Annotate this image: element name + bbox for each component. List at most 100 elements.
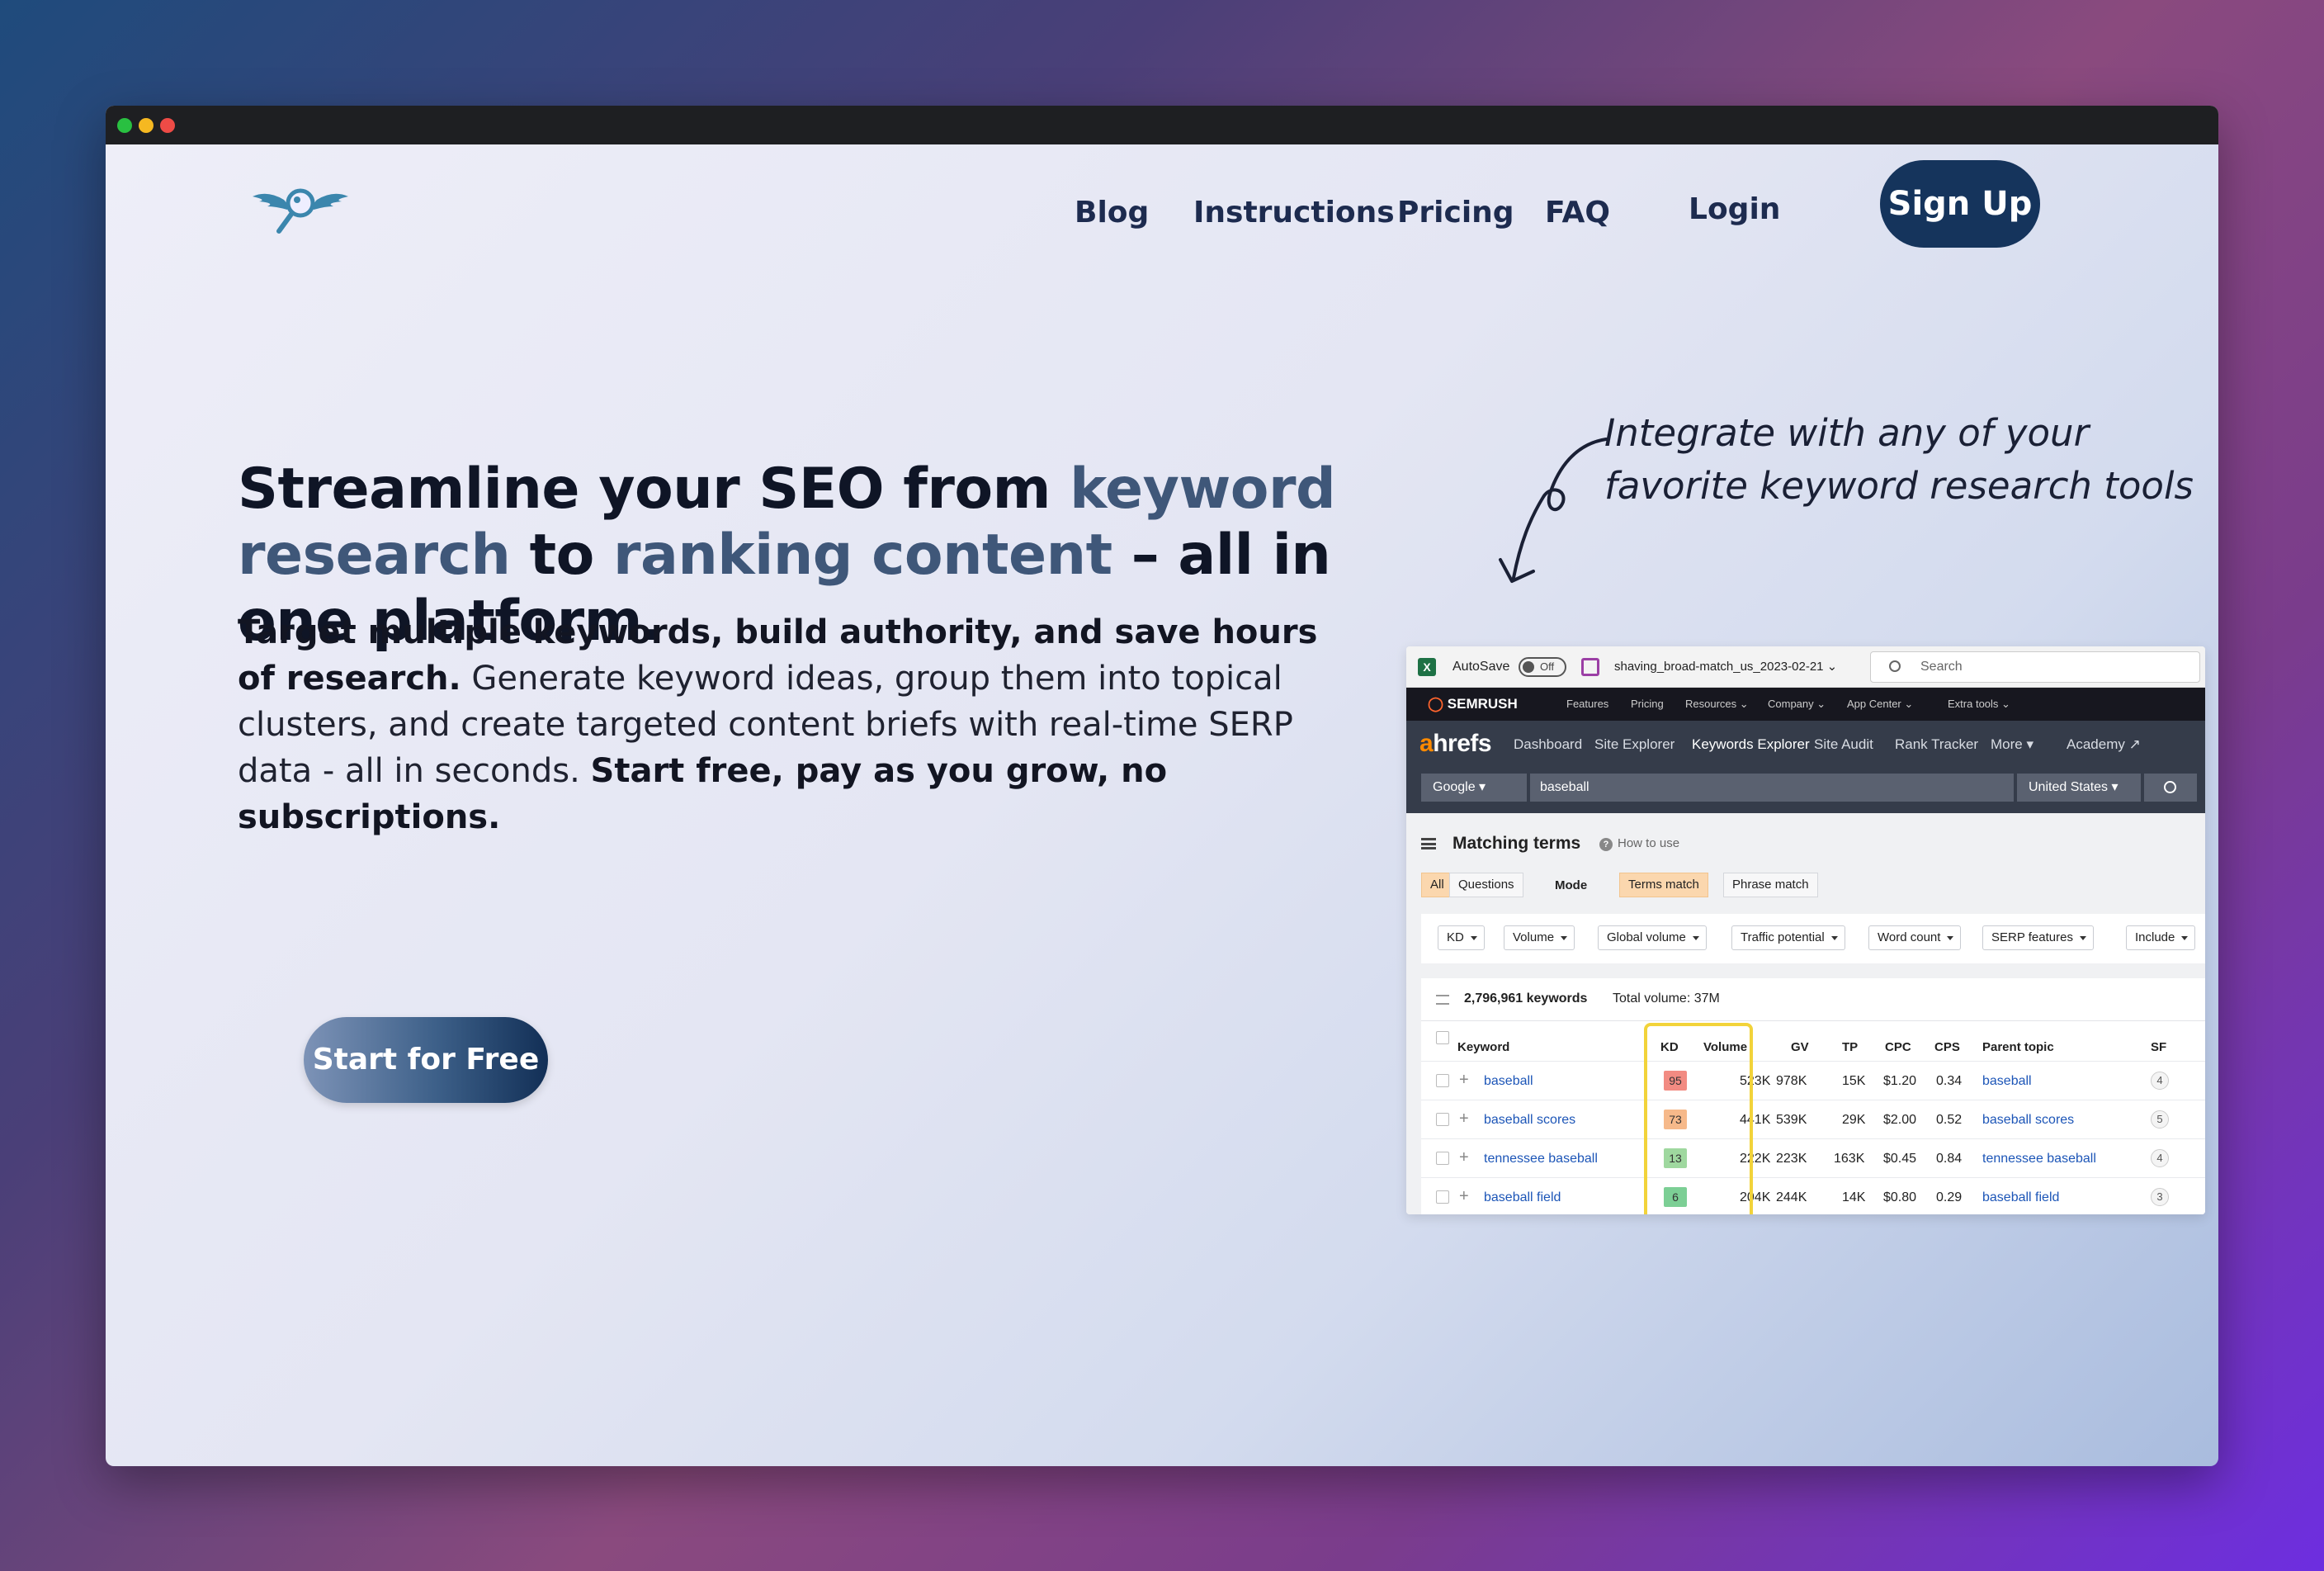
ahrefs-logo-a: a (1419, 730, 1434, 757)
parent-topic-link: baseball field (1982, 1190, 2060, 1204)
add-icon: + (1459, 1110, 1469, 1128)
parent-topic-link: baseball scores (1982, 1113, 2075, 1127)
total-volume: Total volume: 37M (1613, 991, 1720, 1006)
filter-include: Include (2126, 925, 2196, 950)
parent-topic-link: baseball (1982, 1074, 2032, 1088)
autosave-toggle: Off (1519, 657, 1566, 677)
ahrefs-nav-item-active: Keywords Explorer (1692, 736, 1810, 752)
cps-value: 0.84 (1936, 1152, 1963, 1166)
table-summary: 2,796,961 keywords Total volume: 37M (1421, 978, 2205, 1021)
ahrefs-nav-item: More ▾ (1991, 736, 2034, 752)
filter-kd: KD (1438, 925, 1485, 950)
callout-line-2: favorite keyword research tools (1604, 464, 2194, 508)
semrush-nav-item: Pricing (1631, 698, 1664, 710)
sf-badge: 3 (2151, 1188, 2169, 1206)
ahrefs-nav-item: Academy ↗ (2067, 736, 2141, 752)
browser-window: Blog Instructions Pricing FAQ Login Sign… (106, 106, 2218, 1466)
window-minimize-dot[interactable] (139, 118, 154, 133)
sf-badge: 5 (2151, 1110, 2169, 1129)
cpc-value: $0.80 (1883, 1190, 1917, 1204)
cps-value: 0.29 (1936, 1190, 1963, 1204)
owl-magnifier-logo[interactable] (251, 182, 350, 239)
table-row: + baseball scores 73 441K 539K 29K $2.00 0.52 ba… (1421, 1100, 2205, 1138)
col-cpc: CPC (1885, 1040, 1911, 1054)
sf-badge: 4 (2151, 1149, 2169, 1167)
filter-serp-features: SERP features (1982, 925, 2094, 950)
excel-search-box: Search (1870, 651, 2200, 683)
col-parent-topic: Parent topic (1982, 1040, 2054, 1054)
parent-topic-link: tennessee baseball (1982, 1152, 2096, 1166)
table-row: + tennessee baseball 13 222K 223K 163K $0.45 0.… (1421, 1138, 2205, 1177)
row-checkbox (1436, 1152, 1449, 1165)
excel-search-placeholder: Search (1920, 660, 1963, 674)
gv-value: 223K (1776, 1152, 1807, 1166)
nav-instructions-link[interactable]: Instructions (1193, 192, 1395, 234)
callout-line-1: Integrate with any of your (1604, 411, 2090, 455)
window-maximize-dot[interactable] (160, 118, 175, 133)
how-to-use-label: How to use (1618, 836, 1680, 850)
curved-arrow-icon (1499, 438, 1608, 583)
mode-terms-match: Terms match (1619, 873, 1708, 897)
nav-login-link[interactable]: Login (1689, 189, 1780, 230)
gv-value: 244K (1776, 1190, 1807, 1204)
search-engine-select: Google ▾ (1421, 774, 1527, 802)
tp-value: 15K (1842, 1074, 1866, 1088)
sign-up-button[interactable]: Sign Up (1880, 160, 2040, 248)
cpc-value: $0.45 (1883, 1152, 1917, 1166)
semrush-nav-item: Extra tools ⌄ (1948, 698, 2010, 710)
keyword-query-field: baseball (1530, 774, 2014, 802)
add-icon: + (1459, 1187, 1469, 1205)
row-checkbox (1436, 1113, 1449, 1126)
col-keyword: Keyword (1457, 1040, 1510, 1054)
col-gv: GV (1791, 1040, 1809, 1054)
start-for-free-button[interactable]: Start for Free (304, 1017, 548, 1103)
tp-value: 163K (1834, 1152, 1865, 1166)
autosave-label: AutoSave (1452, 660, 1510, 674)
keyword-link: baseball (1484, 1074, 1533, 1088)
cpc-value: $1.20 (1883, 1074, 1917, 1088)
matching-terms-panel: Matching terms ? How to use All Questions… (1406, 813, 2205, 1214)
integration-callout: Integrate with any of your favorite keyw… (1604, 407, 2199, 513)
add-icon: + (1459, 1071, 1469, 1089)
country-select: United States ▾ (2017, 774, 2141, 802)
nav-faq-link[interactable]: FAQ (1545, 192, 1610, 234)
help-icon: ? (1599, 838, 1613, 851)
tab-all: All (1421, 873, 1453, 897)
col-tp: TP (1842, 1040, 1859, 1054)
nav-blog-link[interactable]: Blog (1075, 192, 1149, 234)
headline-highlight: ranking content (612, 523, 1112, 588)
list-icon (1436, 995, 1449, 1005)
hero-subtitle: Target multiple keywords, build authorit… (238, 609, 1327, 840)
gv-value: 539K (1776, 1113, 1807, 1127)
ahrefs-logo-rest: hrefs (1433, 730, 1492, 757)
excel-icon: X (1418, 658, 1436, 676)
ahrefs-logo: ahrefs (1419, 727, 1492, 760)
row-checkbox (1436, 1074, 1449, 1087)
mode-label: Mode (1555, 878, 1588, 892)
keyword-table: 2,796,961 keywords Total volume: 37M Key… (1421, 978, 2205, 1214)
excel-titlebar: X AutoSave Off shaving_broad-match_us_20… (1406, 646, 2205, 688)
filter-volume: Volume (1504, 925, 1575, 950)
col-cps: CPS (1934, 1040, 1960, 1054)
filter-traffic-potential: Traffic potential (1731, 925, 1845, 950)
how-to-use-link: ? How to use (1599, 835, 1679, 853)
ahrefs-nav-item: Rank Tracker (1895, 736, 1979, 752)
semrush-nav-item: App Center ⌄ (1847, 698, 1914, 710)
keyword-link: baseball field (1484, 1190, 1561, 1204)
keyword-count: 2,796,961 keywords (1464, 991, 1588, 1006)
keyword-link: tennessee baseball (1484, 1152, 1598, 1166)
headline-part: Streamline your SEO from (238, 457, 1070, 522)
table-row: + baseball 95 523K 978K 15K $1.20 0.34 baseball 4 (1421, 1061, 2205, 1100)
semrush-logo: ◯ SEMRUSH (1428, 696, 1518, 712)
headline-part: to (510, 523, 613, 588)
window-close-dot[interactable] (117, 118, 132, 133)
tab-questions: Questions (1449, 873, 1523, 897)
ahrefs-nav-item: Dashboard (1514, 736, 1583, 752)
col-sf: SF (2151, 1040, 2167, 1054)
ahrefs-nav-item: Site Explorer (1594, 736, 1675, 752)
cpc-value: $2.00 (1883, 1113, 1917, 1127)
nav-pricing-link[interactable]: Pricing (1397, 192, 1514, 234)
filter-global-volume: Global volume (1598, 925, 1707, 950)
tp-value: 29K (1842, 1113, 1866, 1127)
hamburger-icon (1421, 838, 1436, 849)
